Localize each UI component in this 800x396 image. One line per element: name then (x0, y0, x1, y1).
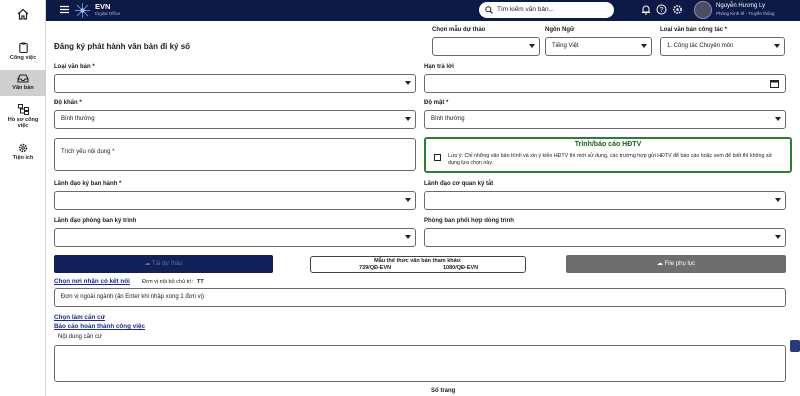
template-label: Chọn mẫu dự thảo (432, 27, 486, 33)
language-select[interactable]: Tiếng Việt (545, 37, 652, 56)
doc-kind-select[interactable]: 1. Công tác Chuyên môn (660, 37, 785, 56)
chevron-down-icon (775, 198, 781, 202)
dept-leader-label: Lãnh đạo phòng ban ký trình (54, 218, 137, 224)
reference-link-739[interactable]: 739/QĐ-EVN (359, 265, 391, 271)
left-rail: Công việc Văn bản Hồ sơ công việc Tiện í… (0, 0, 46, 396)
agency-leader-label: Lãnh đạo cơ quan ký tắt (424, 181, 494, 187)
deadline-field[interactable] (424, 74, 786, 93)
language-label: Ngôn Ngữ (545, 27, 575, 33)
rail-home[interactable] (0, 8, 46, 22)
chevron-down-icon (775, 117, 781, 121)
doc-kind-label: Loại văn bản công tác * (660, 27, 728, 33)
rail-item-van-ban[interactable]: Văn bản (0, 70, 46, 96)
home-icon (17, 8, 29, 20)
hdtv-note: Lưu ý: Chỉ những văn bản trình và xin ý … (448, 153, 773, 166)
rail-label: Văn bản (12, 85, 34, 91)
inbox-icon (17, 74, 29, 83)
doc-type-select[interactable] (54, 74, 416, 93)
issuer-select[interactable] (54, 191, 416, 210)
rail-item-ho-so[interactable]: Hồ sơ công việc (0, 104, 46, 129)
menu-icon[interactable] (60, 5, 69, 16)
svg-text:?: ? (660, 7, 664, 14)
internal-unit-value: TT (197, 279, 204, 285)
hdtv-checkbox[interactable] (434, 154, 441, 161)
chevron-down-icon (405, 117, 411, 121)
urgency-value: Bình thường (61, 116, 95, 122)
rail-label: Hồ sơ công việc (7, 117, 39, 129)
search-box[interactable]: Tìm kiếm văn bản... (479, 2, 614, 18)
chevron-down-icon (775, 235, 781, 239)
external-unit-placeholder: Đơn vị ngoài ngành (ấn Enter khi nhập xo… (61, 294, 204, 300)
doc-type-label: Loại văn bản * (54, 64, 95, 70)
calendar-icon[interactable] (770, 79, 779, 88)
chevron-down-icon (529, 44, 535, 48)
secrecy-label: Độ mật * (424, 100, 449, 106)
basis-textarea[interactable] (54, 345, 786, 382)
choose-recipient-link[interactable]: Chọn nơi nhận có kết nối (54, 278, 130, 285)
hdtv-title: Trình/báo cáo HĐTV (574, 141, 642, 148)
reference-link-1080[interactable]: 1080/QĐ-EVN (443, 265, 478, 271)
user-role: Phòng Kinh tế - Truyền thông (716, 11, 775, 16)
help-icon[interactable]: ? (656, 4, 667, 17)
app-subtitle: Digital Office (95, 11, 121, 16)
urgency-select[interactable]: Bình thường (54, 110, 416, 129)
app-name: EVN (95, 2, 111, 11)
side-panel-handle[interactable] (790, 340, 800, 352)
urgency-label: Độ khẩn * (54, 100, 82, 106)
page-title: Đăng ký phát hành văn bản đi ký số (54, 42, 191, 51)
chevron-down-icon (405, 81, 411, 85)
evn-logo-icon (75, 3, 90, 20)
chevron-down-icon (641, 44, 647, 48)
attach-file-button[interactable]: ☁ File phụ lục (566, 255, 786, 273)
report-completion-link[interactable]: Báo cáo hoàn thành công việc (54, 323, 145, 330)
chevron-down-icon (774, 44, 780, 48)
pages-label: Số trang (431, 388, 456, 394)
reference-box: Mẫu thể thức văn bản tham khảo: 739/QĐ-E… (310, 256, 526, 273)
avatar[interactable] (694, 1, 712, 19)
bell-icon[interactable] (641, 4, 651, 17)
choose-basis-link[interactable]: Chọn làm căn cứ (54, 314, 105, 321)
external-unit-input[interactable]: Đơn vị ngoài ngành (ấn Enter khi nhập xo… (54, 288, 786, 307)
template-select[interactable] (432, 37, 540, 56)
language-value: Tiếng Việt (552, 43, 579, 49)
rail-item-cong-viec[interactable]: Công việc (0, 40, 46, 61)
coordinate-label: Phòng ban phối hợp dòng trình (424, 218, 514, 224)
dept-leader-select[interactable] (54, 228, 416, 247)
hierarchy-icon (17, 104, 29, 115)
basis-label: Nội dung căn cứ (58, 334, 103, 340)
secrecy-value: Bình thường (431, 116, 465, 122)
coordinate-select[interactable] (424, 228, 786, 247)
rail-label: Công việc (9, 55, 37, 61)
upload-draft-button[interactable]: ☁ Tải dự thảo (54, 255, 273, 273)
clipboard-icon (18, 42, 28, 53)
secrecy-select[interactable]: Bình thường (424, 110, 786, 129)
agency-leader-select[interactable] (424, 191, 786, 210)
chevron-down-icon (405, 235, 411, 239)
doc-kind-value: 1. Công tác Chuyên môn (667, 43, 734, 49)
search-icon (485, 6, 493, 14)
settings-icon[interactable] (672, 4, 683, 17)
internal-unit-label: Đơn vị nội bộ chủ trì: (142, 279, 193, 285)
gear-icon (18, 143, 28, 153)
search-placeholder: Tìm kiếm văn bản... (497, 6, 555, 13)
chevron-down-icon (405, 198, 411, 202)
summary-textarea[interactable]: Trích yếu nội dung * (54, 138, 416, 171)
deadline-label: Hạn trả lời (424, 64, 454, 70)
user-name: Nguyễn Hương Ly (716, 3, 766, 9)
issuer-label: Lãnh đạo ký ban hành * (54, 181, 122, 187)
attach-label: File phụ lục (664, 261, 696, 267)
rail-item-tien-ich[interactable]: Tiện ích (0, 143, 46, 161)
summary-placeholder: Trích yếu nội dung * (61, 149, 115, 155)
hdtv-panel: Trình/báo cáo HĐTV Lưu ý: Chỉ những văn … (424, 137, 792, 173)
reference-title: Mẫu thể thức văn bản tham khảo: (374, 258, 462, 264)
upload-icon: ☁ (144, 261, 152, 267)
top-bar: EVN Digital Office ? Nguyễn Hương Ly Phò… (46, 0, 800, 21)
rail-label: Tiện ích (12, 155, 34, 161)
upload-label: Tải dự thảo (151, 261, 183, 267)
